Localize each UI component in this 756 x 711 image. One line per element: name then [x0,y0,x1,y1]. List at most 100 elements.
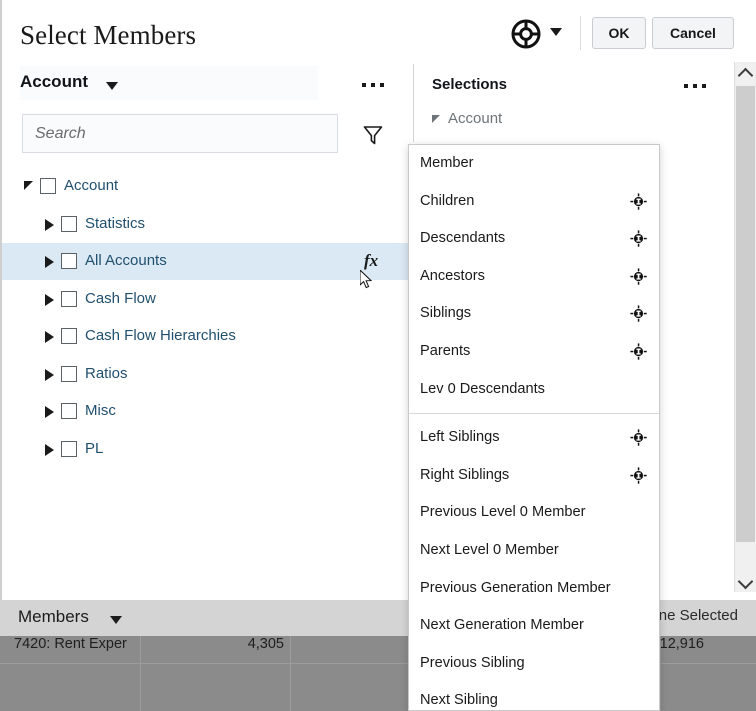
tree-row[interactable]: Statistics [2,206,414,243]
tree-row-checkbox[interactable] [61,216,77,232]
scroll-up-button[interactable] [735,62,756,83]
menu-item-label: Previous Generation Member [420,580,611,596]
funnel-filter-icon[interactable] [362,124,384,146]
tree-row[interactable]: Misc [2,393,414,430]
tree-row-label[interactable]: Misc [85,402,116,419]
menu-item[interactable]: Next Sibling [409,682,659,711]
menu-item-label: Parents [420,343,470,359]
menu-item[interactable]: Previous Level 0 Member [409,494,659,532]
dialog-titlebar: Select Members OK Cancel [2,0,756,62]
collapsed-triangle-icon[interactable] [45,369,54,381]
menu-item[interactable]: Descendants [409,220,659,258]
search-box[interactable] [22,114,338,153]
chevron-down-icon[interactable] [550,28,562,36]
selections-title: Selections [432,76,507,93]
menu-item-label: Children [420,193,474,209]
search-input[interactable] [23,115,337,152]
info-target-icon[interactable] [630,467,647,484]
tree-row-label[interactable]: PL [85,440,103,457]
tree-row[interactable]: All Accounts fx [2,243,414,280]
selection-count-label: ne Selected [659,607,738,624]
tree-row[interactable]: Cash Flow [2,281,414,318]
vertical-scrollbar[interactable] [734,62,756,592]
chevron-up-icon [738,68,754,84]
kebab-menu-icon[interactable] [362,83,389,87]
tree-row-label[interactable]: Ratios [85,365,128,382]
menu-item-label: Descendants [420,230,505,246]
tree-row-checkbox[interactable] [61,403,77,419]
collapsed-triangle-icon[interactable] [45,256,54,268]
collapsed-triangle-icon[interactable] [45,444,54,456]
ok-button[interactable]: OK [592,17,646,49]
tree-row-label[interactable]: Account [64,177,118,194]
menu-item[interactable]: Right Siblings [409,457,659,495]
menu-item-label: Left Siblings [420,429,500,445]
menu-item-label: Member [420,155,474,171]
expanded-triangle-icon[interactable] [24,181,33,190]
kebab-menu-icon[interactable] [684,84,711,88]
info-target-icon[interactable] [630,268,647,285]
tree-row[interactable]: Account [2,168,414,205]
tree-row[interactable]: Ratios [2,356,414,393]
menu-item[interactable]: Member [409,145,659,183]
scrollbar-thumb[interactable] [736,86,755,542]
tree-row-label[interactable]: All Accounts [85,252,167,269]
menu-item-label: Next Generation Member [420,617,584,633]
tree-row-checkbox[interactable] [61,291,77,307]
menu-item-label: Ancestors [420,268,485,284]
tree-row-checkbox[interactable] [61,366,77,382]
member-tree: Account Statistics All Accounts fx Cash Flow… [2,168,414,588]
menu-item[interactable]: Left Siblings [409,419,659,457]
menu-item-label: Next Level 0 Member [420,542,559,558]
cancel-button[interactable]: Cancel [652,17,734,49]
menu-item-label: Right Siblings [420,467,509,483]
collapsed-triangle-icon[interactable] [45,331,54,343]
scroll-down-button[interactable] [735,571,756,592]
menu-separator [409,413,659,414]
header-divider [580,16,581,50]
collapsed-triangle-icon[interactable] [45,219,54,231]
tree-row-label[interactable]: Cash Flow [85,290,156,307]
info-target-icon[interactable] [630,305,647,322]
collapsed-triangle-icon[interactable] [45,406,54,418]
menu-item[interactable]: Siblings [409,295,659,333]
tree-row-checkbox[interactable] [61,441,77,457]
menu-item[interactable]: Ancestors [409,258,659,296]
collapsed-triangle-icon[interactable] [45,294,54,306]
tree-row-checkbox[interactable] [61,253,77,269]
menu-item-label: Siblings [420,305,471,321]
expanded-triangle-icon[interactable] [432,115,440,123]
tree-row-checkbox[interactable] [40,178,56,194]
menu-item[interactable]: Previous Sibling [409,645,659,683]
menu-item[interactable]: Next Level 0 Member [409,532,659,570]
menu-item[interactable]: Children [409,183,659,221]
menu-item[interactable]: Lev 0 Descendants [409,371,659,409]
menu-item-label: Lev 0 Descendants [420,381,545,397]
tree-row-label[interactable]: Statistics [85,215,145,232]
cell-account-name: 7420: Rent Exper [14,636,134,652]
cell-value: 4,305 [150,636,284,652]
chevron-down-icon[interactable] [110,616,122,624]
tree-row[interactable]: PL [2,431,414,468]
tree-row-checkbox[interactable] [61,328,77,344]
menu-item[interactable]: Next Generation Member [409,607,659,645]
fx-formula-icon[interactable]: fx [364,251,378,271]
chevron-down-icon[interactable] [106,82,118,90]
chevron-down-icon [738,574,754,590]
menu-item-label: Previous Sibling [420,655,525,671]
info-target-icon[interactable] [630,230,647,247]
menu-item-label: Previous Level 0 Member [420,504,585,520]
info-target-icon[interactable] [630,429,647,446]
selection-root-node[interactable]: Account [448,110,502,127]
info-target-icon[interactable] [630,193,647,210]
tree-row-label[interactable]: Cash Flow Hierarchies [85,327,236,344]
menu-item-label: Next Sibling [420,692,498,708]
info-target-icon[interactable] [630,343,647,360]
lifesaver-help-icon[interactable] [510,18,542,50]
menu-item[interactable]: Parents [409,333,659,371]
menu-item[interactable]: Previous Generation Member [409,570,659,608]
members-label: Members [18,607,89,627]
tree-row[interactable]: Cash Flow Hierarchies [2,318,414,355]
member-relationship-menu[interactable]: Member Children Descendants Ancestors Siblin… [408,144,660,711]
dimension-label[interactable]: Account [20,72,88,92]
